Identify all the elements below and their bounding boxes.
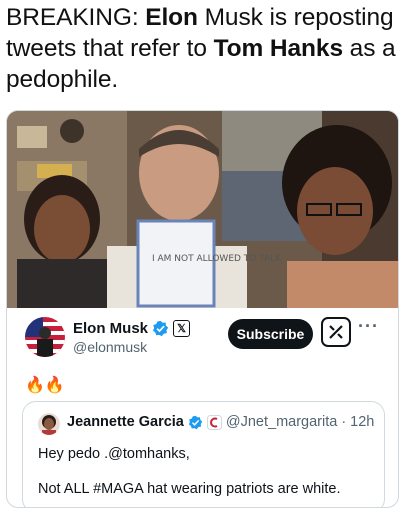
grok-icon[interactable]	[321, 317, 351, 347]
quoted-timestamp[interactable]: · 12h	[341, 414, 374, 430]
quoted-author-handle[interactable]: @Jnet_margarita	[226, 414, 337, 430]
tweet-author-name[interactable]: Elon Musk	[73, 320, 148, 337]
quoted-author-name[interactable]: Jeannette Garcia	[67, 414, 184, 430]
tweet-photo[interactable]: I AM NOT ALLOWED TO TALK	[7, 111, 398, 308]
quoted-line-1: Hey pedo .@tomhanks,	[38, 446, 190, 462]
affiliate-badge-icon	[206, 414, 222, 430]
headline-bold-elon: Elon	[145, 4, 198, 31]
tweet-author-handle[interactable]: @elonmusk	[73, 339, 147, 355]
headline-prefix: BREAKING:	[6, 4, 146, 31]
subscribe-button[interactable]: Subscribe	[228, 319, 313, 349]
tweet-card: I AM NOT ALLOWED TO TALK Elon Musk 𝕏 @el…	[6, 110, 399, 508]
tweet-author-line: Elon Musk 𝕏	[73, 320, 191, 337]
headline-bold-tom-hanks: Tom Hanks	[213, 35, 343, 62]
jeannette-avatar[interactable]	[38, 413, 60, 435]
more-icon[interactable]: ···	[358, 316, 379, 337]
verified-badge-icon	[188, 415, 203, 429]
elon-avatar[interactable]	[25, 317, 65, 357]
quoted-line-2: Not ALL #MAGA hat wearing patriots are w…	[38, 481, 341, 497]
headline: BREAKING: Elon Musk is reposting tweets …	[6, 2, 404, 95]
quoted-author-line: Jeannette Garcia @Jnet_margarita · 12h	[67, 414, 374, 430]
x-affiliate-icon: 𝕏	[173, 320, 191, 337]
photo-sign-text: I AM NOT ALLOWED TO TALK	[152, 254, 282, 264]
verified-badge-icon	[153, 320, 169, 337]
fire-emoji: 🔥🔥	[25, 377, 65, 394]
quoted-tweet[interactable]: Jeannette Garcia @Jnet_margarita · 12h H…	[22, 401, 385, 507]
quoted-tweet-text: Hey pedo .@tomhanks, Not ALL #MAGA hat w…	[38, 444, 341, 507]
